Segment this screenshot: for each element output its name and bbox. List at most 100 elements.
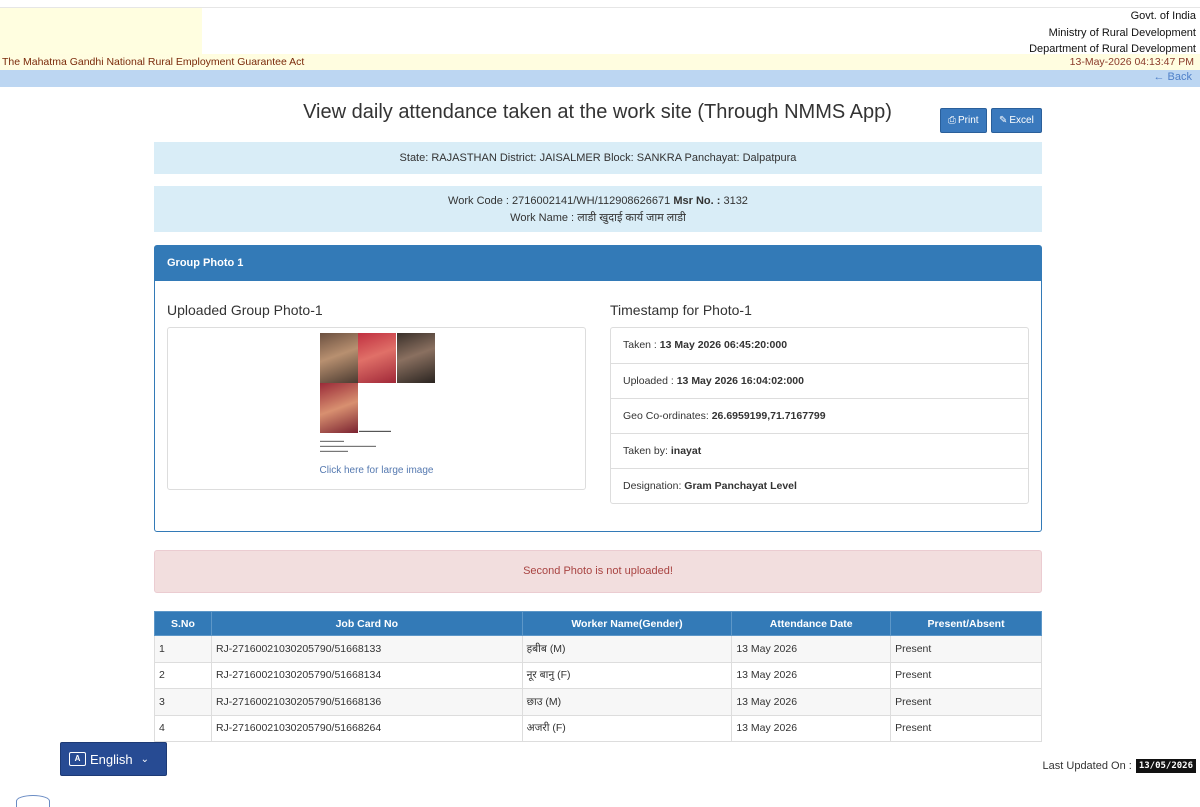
cell-attendance-date: 13 May 2026 <box>731 635 892 663</box>
cell-job-card: RJ-27160021030205790/51668133 <box>210 635 523 663</box>
district-label: District: <box>499 152 537 164</box>
current-datetime: 13-May-2026 04:13:47 PM <box>1069 56 1194 68</box>
taken-row: Taken : 13 May 2026 06:45:20:000 <box>611 328 1028 363</box>
cell-job-card: RJ-27160021030205790/51668264 <box>210 714 523 742</box>
last-updated-date: 13/05/2026 <box>1135 759 1196 773</box>
page-title: View daily attendance taken at the work … <box>303 101 892 123</box>
print-button[interactable]: ⎙ Print <box>940 108 987 133</box>
cell-worker-name: हबीब (M) <box>521 635 733 663</box>
cell-attendance-date: 13 May 2026 <box>731 661 892 689</box>
header-sno: S.No <box>154 611 212 636</box>
timestamp-list: Taken : 13 May 2026 06:45:20:000 Uploade… <box>610 327 1029 504</box>
table-header-row: S.No Job Card No Worker Name(Gender) Att… <box>154 611 1042 636</box>
header-attendance-date: Attendance Date <box>731 611 892 636</box>
table-row: 2 RJ-27160021030205790/51668134 नूर बानु… <box>154 661 1042 689</box>
worker-photo <box>320 383 358 433</box>
export-buttons: ⎙ Print ✎ Excel <box>940 108 1042 133</box>
footer-logo-icon <box>16 795 50 807</box>
language-label: English <box>90 751 133 767</box>
taken-label: Taken : <box>623 339 657 351</box>
work-info: Work Code : 2716002141/WH/112908626671 M… <box>154 186 1042 232</box>
header-logo-area <box>0 8 202 56</box>
cell-status: Present <box>890 635 1042 663</box>
cell-worker-name: अजरी (F) <box>521 714 733 742</box>
last-updated: Last Updated On : 13/05/2026 <box>1043 759 1196 773</box>
location-info: State: RAJASTHAN District: JAISALMER Blo… <box>154 142 1042 174</box>
uploaded-photo-label: Uploaded Group Photo-1 <box>167 302 323 318</box>
geo-label: Geo Co-ordinates: <box>623 410 709 422</box>
taken-value: 13 May 2026 06:45:20:000 <box>659 339 788 351</box>
cell-sno: 2 <box>154 661 212 689</box>
block-value: SANKRA <box>636 152 682 164</box>
header-worker-name: Worker Name(Gender) <box>521 611 733 636</box>
designation-label: Designation: <box>623 480 682 492</box>
cell-sno: 4 <box>154 714 212 742</box>
last-updated-label: Last Updated On : <box>1042 760 1132 772</box>
state-label: State: <box>399 152 429 164</box>
language-selector[interactable]: A English ⌄ <box>60 742 167 776</box>
msr-label: Msr No. : <box>673 195 721 207</box>
back-link[interactable]: ← Back <box>1153 71 1192 83</box>
excel-label: Excel <box>1009 115 1034 126</box>
photo-tag: ▬▬▬▬▬▬▬▬ <box>359 428 391 433</box>
geo-value: 26.6959199,71.7167799 <box>711 410 826 422</box>
group-photo-thumbnail[interactable]: ▬▬▬▬▬▬▬▬ ▬▬▬▬▬▬ ▬▬▬▬▬▬▬▬▬▬▬▬▬▬ ▬▬▬▬▬▬▬ <box>319 333 437 459</box>
work-code-label: Work Code : <box>448 195 509 207</box>
ministry-line: Ministry of Rural Development <box>1048 26 1196 39</box>
cell-job-card: RJ-27160021030205790/51668134 <box>210 661 523 689</box>
table-row: 3 RJ-27160021030205790/51668136 छाउ (M) … <box>154 688 1042 716</box>
uploaded-value: 13 May 2026 16:04:02:000 <box>676 375 804 387</box>
govt-line: Govt. of India <box>1130 10 1196 22</box>
district-value: JAISALMER <box>539 152 601 164</box>
cell-job-card: RJ-27160021030205790/51668136 <box>210 688 523 716</box>
act-title: The Mahatma Gandhi National Rural Employ… <box>2 56 305 68</box>
taken-by-value: inayat <box>670 445 702 457</box>
print-label: Print <box>958 115 979 126</box>
worker-photo <box>358 333 396 383</box>
second-photo-alert: Second Photo is not uploaded! <box>154 550 1042 593</box>
cell-status: Present <box>890 661 1042 689</box>
cell-sno: 3 <box>154 688 212 716</box>
printer-icon: ⎙ <box>948 115 956 126</box>
state-value: RAJASTHAN <box>431 152 497 164</box>
uploaded-label: Uploaded : <box>623 375 674 387</box>
cell-status: Present <box>890 688 1042 716</box>
cell-attendance-date: 13 May 2026 <box>731 714 892 742</box>
cell-sno: 1 <box>154 635 212 663</box>
panchayat-label: Panchayat: <box>684 152 740 164</box>
group-photo-panel: Group Photo 1 Uploaded Group Photo-1 Tim… <box>154 245 1042 532</box>
translate-icon: A <box>69 752 86 766</box>
work-code-line: Work Code : 2716002141/WH/112908626671 M… <box>154 193 1042 210</box>
excel-icon: ✎ <box>999 115 1008 126</box>
work-name-label: Work Name : <box>510 212 575 224</box>
work-name-value: लाडी खुदाई कार्य जाम लाडी <box>577 212 686 224</box>
chevron-down-icon: ⌄ <box>140 753 150 765</box>
nav-bar: ← Back <box>0 70 1200 87</box>
table-row: 4 RJ-27160021030205790/51668264 अजरी (F)… <box>154 714 1042 742</box>
cell-status: Present <box>890 714 1042 742</box>
designation-value: Gram Panchayat Level <box>684 480 797 492</box>
work-code-value: 2716002141/WH/112908626671 <box>512 195 671 207</box>
cell-worker-name: नूर बानु (F) <box>521 661 733 689</box>
uploaded-row: Uploaded : 13 May 2026 16:04:02:000 <box>611 363 1028 398</box>
table-row: 1 RJ-27160021030205790/51668133 हबीब (M)… <box>154 635 1042 663</box>
back-label: Back <box>1167 71 1192 83</box>
panel-title: Group Photo 1 <box>155 246 1041 281</box>
photo-caption: ▬▬▬▬▬▬ ▬▬▬▬▬▬▬▬▬▬▬▬▬▬ ▬▬▬▬▬▬▬ <box>320 438 376 453</box>
header-job-card: Job Card No <box>210 611 523 636</box>
panchayat-value: Dalpatpura <box>742 152 797 164</box>
govt-header: Govt. of India Ministry of Rural Develop… <box>1029 8 1196 58</box>
top-strip <box>0 0 1200 8</box>
excel-button[interactable]: ✎ Excel <box>991 108 1042 133</box>
header-present-absent: Present/Absent <box>890 611 1042 636</box>
taken-by-label: Taken by: <box>623 445 668 457</box>
photo-box: ▬▬▬▬▬▬▬▬ ▬▬▬▬▬▬ ▬▬▬▬▬▬▬▬▬▬▬▬▬▬ ▬▬▬▬▬▬▬ Cli… <box>167 327 586 490</box>
worker-photo <box>397 333 435 383</box>
taken-by-row: Taken by: inayat <box>611 433 1028 468</box>
cell-worker-name: छाउ (M) <box>521 688 733 716</box>
block-label: Block: <box>603 152 634 164</box>
timestamp-label: Timestamp for Photo-1 <box>610 302 752 318</box>
geo-row: Geo Co-ordinates: 26.6959199,71.7167799 <box>611 398 1028 433</box>
work-name-line: Work Name : लाडी खुदाई कार्य जाम लाडी <box>154 210 1042 227</box>
large-image-link[interactable]: Click here for large image <box>168 465 585 476</box>
